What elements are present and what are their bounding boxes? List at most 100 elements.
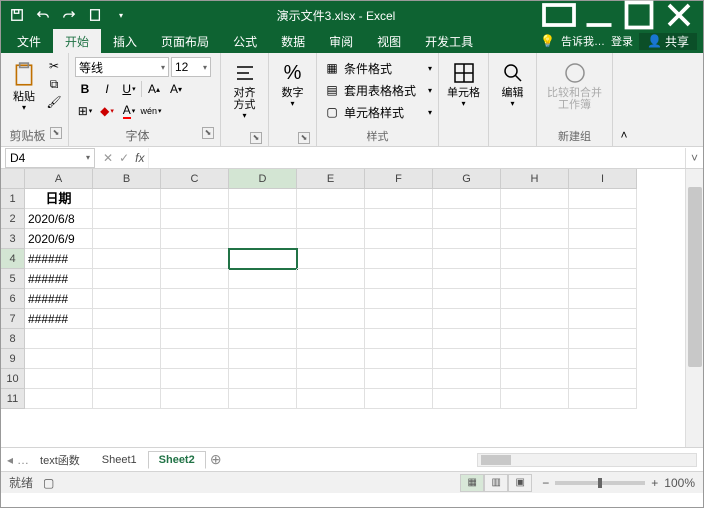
font-color-button[interactable]: A▾ bbox=[119, 101, 139, 121]
cell[interactable] bbox=[569, 209, 637, 229]
cell[interactable] bbox=[161, 229, 229, 249]
cell[interactable] bbox=[501, 289, 569, 309]
cell[interactable] bbox=[93, 249, 161, 269]
cell[interactable] bbox=[229, 349, 297, 369]
undo-icon[interactable] bbox=[31, 4, 55, 26]
tab-nav-prev-icon[interactable]: ◂ bbox=[7, 453, 13, 467]
cell[interactable] bbox=[229, 369, 297, 389]
name-box[interactable]: D4▾ bbox=[5, 148, 95, 168]
cell[interactable] bbox=[501, 349, 569, 369]
decrease-font-icon[interactable]: A▾ bbox=[166, 79, 186, 99]
cell[interactable] bbox=[433, 189, 501, 209]
column-header[interactable]: G bbox=[433, 169, 501, 189]
cell[interactable] bbox=[93, 269, 161, 289]
zoom-slider[interactable] bbox=[555, 481, 645, 485]
column-header[interactable]: E bbox=[297, 169, 365, 189]
cell[interactable] bbox=[569, 369, 637, 389]
cell[interactable] bbox=[297, 209, 365, 229]
cell[interactable] bbox=[365, 249, 433, 269]
collapse-ribbon-icon[interactable]: ˄ bbox=[613, 53, 635, 146]
cell[interactable] bbox=[433, 209, 501, 229]
cell[interactable] bbox=[297, 389, 365, 409]
format-painter-icon[interactable]: 🖌 bbox=[43, 93, 65, 111]
maximize-icon[interactable] bbox=[619, 4, 659, 26]
horizontal-scrollbar[interactable] bbox=[477, 453, 697, 467]
tab-view[interactable]: 视图 bbox=[365, 29, 413, 53]
tab-layout[interactable]: 页面布局 bbox=[149, 29, 221, 53]
number-format-button[interactable]: % 数字▾ bbox=[275, 57, 310, 110]
fill-color-button[interactable]: ◆▾ bbox=[97, 101, 117, 121]
cell[interactable] bbox=[365, 229, 433, 249]
cell[interactable]: ###### bbox=[25, 269, 93, 289]
zoom-level[interactable]: 100% bbox=[664, 476, 695, 490]
row-header[interactable]: 11 bbox=[1, 389, 25, 409]
cell[interactable] bbox=[93, 309, 161, 329]
cell[interactable] bbox=[365, 289, 433, 309]
cell[interactable] bbox=[297, 249, 365, 269]
cell[interactable] bbox=[93, 389, 161, 409]
cell[interactable] bbox=[161, 309, 229, 329]
bold-button[interactable]: B bbox=[75, 79, 95, 99]
macro-record-icon[interactable]: ▢ bbox=[43, 476, 54, 490]
cell[interactable] bbox=[25, 369, 93, 389]
cell[interactable] bbox=[93, 289, 161, 309]
add-sheet-icon[interactable]: ⊕ bbox=[206, 451, 226, 468]
cell[interactable] bbox=[569, 189, 637, 209]
share-button[interactable]: 👤共享 bbox=[639, 33, 697, 50]
cell[interactable] bbox=[433, 289, 501, 309]
row-header[interactable]: 9 bbox=[1, 349, 25, 369]
cell[interactable] bbox=[93, 349, 161, 369]
cell[interactable] bbox=[501, 249, 569, 269]
cell[interactable] bbox=[569, 349, 637, 369]
cell[interactable] bbox=[93, 229, 161, 249]
cell[interactable] bbox=[433, 249, 501, 269]
cell[interactable] bbox=[433, 309, 501, 329]
column-header[interactable]: I bbox=[569, 169, 637, 189]
cell[interactable] bbox=[501, 369, 569, 389]
view-pagebreak-icon[interactable]: ▣ bbox=[508, 474, 532, 492]
increase-font-icon[interactable]: A▴ bbox=[144, 79, 164, 99]
conditional-format-button[interactable]: ▦条件格式 ▾ bbox=[323, 57, 432, 79]
cell[interactable] bbox=[365, 209, 433, 229]
cell[interactable] bbox=[501, 229, 569, 249]
cell[interactable] bbox=[229, 209, 297, 229]
row-header[interactable]: 7 bbox=[1, 309, 25, 329]
cell[interactable] bbox=[25, 329, 93, 349]
ribbon-options-icon[interactable] bbox=[539, 4, 579, 26]
column-header[interactable]: C bbox=[161, 169, 229, 189]
fx-icon[interactable]: fx bbox=[135, 151, 144, 165]
cell[interactable]: ###### bbox=[25, 249, 93, 269]
cell[interactable] bbox=[297, 309, 365, 329]
column-header[interactable]: H bbox=[501, 169, 569, 189]
cell[interactable] bbox=[297, 349, 365, 369]
cut-icon[interactable]: ✂ bbox=[43, 57, 65, 75]
cell[interactable] bbox=[161, 329, 229, 349]
column-header[interactable]: B bbox=[93, 169, 161, 189]
cell[interactable] bbox=[297, 369, 365, 389]
compare-merge-button[interactable]: 比较和合并工作簿 bbox=[543, 57, 606, 113]
copy-icon[interactable]: ⧉ bbox=[43, 75, 65, 93]
cell[interactable] bbox=[25, 389, 93, 409]
cell[interactable] bbox=[569, 309, 637, 329]
cell[interactable] bbox=[569, 329, 637, 349]
phonetic-button[interactable]: wén▾ bbox=[141, 101, 161, 121]
tab-file[interactable]: 文件 bbox=[5, 29, 53, 53]
row-header[interactable]: 5 bbox=[1, 269, 25, 289]
cell[interactable] bbox=[365, 269, 433, 289]
cell[interactable] bbox=[161, 189, 229, 209]
border-button[interactable]: ⊞▾ bbox=[75, 101, 95, 121]
tab-data[interactable]: 数据 bbox=[269, 29, 317, 53]
row-header[interactable]: 3 bbox=[1, 229, 25, 249]
dialog-launcher-icon[interactable]: ⬊ bbox=[202, 127, 214, 139]
row-header[interactable]: 2 bbox=[1, 209, 25, 229]
cell[interactable] bbox=[229, 229, 297, 249]
cell[interactable]: 2020/6/9 bbox=[25, 229, 93, 249]
cell[interactable] bbox=[569, 289, 637, 309]
table-format-button[interactable]: ▤套用表格格式 ▾ bbox=[323, 79, 432, 101]
cell[interactable] bbox=[161, 389, 229, 409]
cell[interactable] bbox=[93, 369, 161, 389]
view-pagelayout-icon[interactable]: ▥ bbox=[484, 474, 508, 492]
cell[interactable] bbox=[161, 209, 229, 229]
cell[interactable] bbox=[93, 209, 161, 229]
cell[interactable]: ###### bbox=[25, 309, 93, 329]
